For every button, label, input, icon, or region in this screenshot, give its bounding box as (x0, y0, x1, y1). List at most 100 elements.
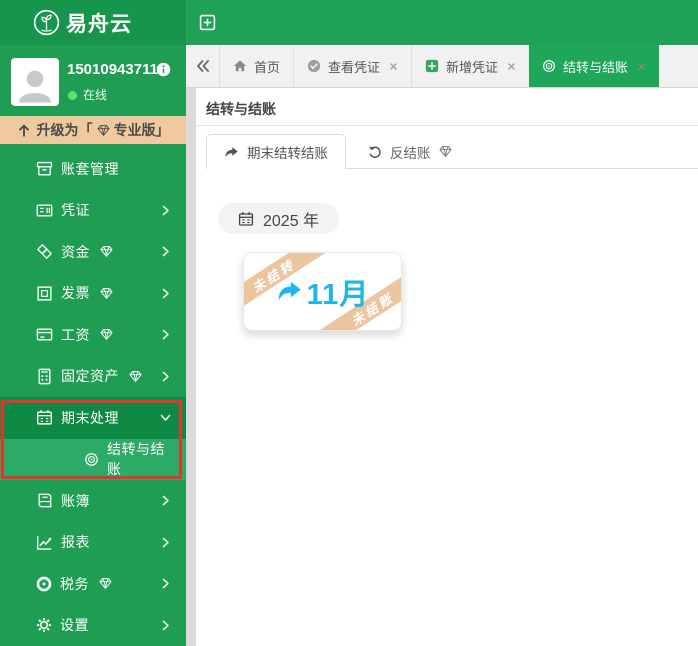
sidebar-item-tax[interactable]: 税务 (0, 563, 186, 605)
sidebar-item-label: 凭证 (61, 200, 90, 220)
upgrade-banner[interactable]: 升级为「 专业版」 (0, 116, 186, 144)
invoice-icon (36, 285, 53, 302)
close-icon[interactable] (507, 62, 516, 71)
check-circle-icon (307, 59, 321, 73)
sidebar-item-label: 账簿 (61, 491, 90, 511)
gem-icon (439, 145, 452, 158)
user-phone: 15010943711 (67, 61, 158, 78)
double-chevron-left-icon[interactable] (186, 45, 219, 87)
gem-icon (97, 124, 110, 137)
gear-icon (36, 617, 52, 633)
funds-icon (36, 243, 53, 260)
chevron-down-icon (159, 411, 172, 424)
gem-icon (100, 287, 113, 300)
sidebar-item-vouchers[interactable]: 凭证 (0, 190, 186, 232)
sidebar-item-ledgers[interactable]: 账簿 (0, 480, 186, 522)
upgrade-label-prefix: 升级为「 (37, 120, 93, 140)
sidebar-menu: 账套管理 凭证 资金 发票 工资 固定资产 (0, 148, 186, 646)
avatar[interactable] (11, 58, 59, 106)
month-card-center: 11月 (244, 253, 401, 330)
sidebar-item-label: 资金 (61, 242, 90, 262)
tab-period-end-carryover[interactable]: 期末结转结账 (206, 134, 346, 169)
sidebar-item-label: 期末处理 (61, 408, 119, 428)
sidebar: 15010943711 在线 升级为「 专业版」 账套管理 凭证 资金 发票 (0, 45, 186, 646)
info-icon[interactable] (156, 62, 171, 77)
chevron-right-icon (159, 287, 172, 300)
book-icon (36, 492, 53, 509)
tab-bar: 首页 查看凭证 新增凭证 结转与结账 (186, 45, 698, 88)
online-dot (68, 91, 77, 100)
logo-text: 易舟云 (66, 8, 132, 38)
tab-label: 期末结转结账 (247, 142, 328, 162)
logo-area: 易舟云 (0, 0, 186, 45)
chevron-right-icon (159, 328, 172, 341)
sidebar-item-period-end[interactable]: 期末处理 (0, 397, 186, 439)
forward-arrow-icon (276, 278, 303, 305)
tab-label: 结转与结账 (563, 57, 628, 76)
tab-new-voucher[interactable]: 新增凭证 (411, 45, 529, 87)
sidebar-item-label: 账套管理 (61, 159, 119, 179)
gem-icon (129, 370, 142, 383)
calendar-icon (36, 409, 53, 426)
calendar-icon (238, 211, 254, 227)
home-icon (233, 59, 247, 73)
gem-icon (100, 245, 113, 258)
chevron-right-icon (159, 204, 172, 217)
gem-icon (100, 328, 113, 341)
page-title: 结转与结账 (206, 99, 276, 119)
tab-home[interactable]: 首页 (219, 45, 293, 87)
undo-icon (368, 145, 382, 159)
tab-reverse-settlement[interactable]: 反结账 (346, 134, 474, 169)
archive-icon (36, 160, 53, 177)
sidebar-item-carryover-settlement[interactable]: 结转与结账 (0, 439, 186, 481)
sidebar-item-settings[interactable]: 设置 (0, 605, 186, 646)
close-icon[interactable] (637, 62, 646, 71)
sidebar-item-label: 报表 (61, 532, 90, 552)
sidebar-item-funds[interactable]: 资金 (0, 231, 186, 273)
sidebar-item-fixed-assets[interactable]: 固定资产 (0, 356, 186, 398)
plus-square-icon (425, 59, 439, 73)
chevron-right-icon (159, 494, 172, 507)
sidebar-item-label: 发票 (61, 283, 90, 303)
year-selector[interactable]: 2025 年 (218, 203, 339, 234)
top-bar: 易舟云 (0, 0, 698, 45)
tab-view-voucher[interactable]: 查看凭证 (293, 45, 411, 87)
content-panel: 结转与结账 期末结转结账 反结账 2025 年 未结转 未结账 11月 (196, 88, 698, 646)
sidebar-item-salary[interactable]: 工资 (0, 314, 186, 356)
chart-icon (36, 534, 53, 551)
sidebar-item-reports[interactable]: 报表 (0, 522, 186, 564)
sidebar-item-label: 结转与结账 (107, 439, 172, 479)
tax-icon (36, 576, 52, 592)
content-gutter (186, 88, 196, 646)
upgrade-label-suffix: 专业版」 (114, 120, 170, 140)
logo-icon (33, 9, 60, 36)
divider (196, 125, 698, 126)
tab-label: 新增凭证 (446, 57, 498, 76)
sidebar-item-label: 税务 (60, 574, 89, 594)
tab-label: 首页 (254, 57, 280, 76)
forward-arrow-icon (224, 145, 239, 160)
grid-plus-icon[interactable] (199, 14, 216, 31)
close-icon[interactable] (389, 62, 398, 71)
tab-label: 查看凭证 (328, 57, 380, 76)
month-label: 11月 (307, 271, 370, 313)
voucher-icon (36, 202, 53, 219)
chevron-right-icon (159, 370, 172, 383)
month-card-november[interactable]: 未结转 未结账 11月 (243, 252, 402, 331)
sidebar-item-invoices[interactable]: 发票 (0, 273, 186, 315)
chevron-right-icon (159, 619, 172, 632)
online-status: 在线 (83, 86, 107, 103)
fixed-assets-icon (36, 368, 53, 385)
target-icon (542, 59, 556, 73)
gem-icon (99, 577, 112, 590)
up-arrow-icon (17, 123, 31, 137)
year-label: 2025 年 (263, 207, 319, 231)
content-tabs: 期末结转结账 反结账 (206, 134, 474, 169)
chevron-right-icon (159, 577, 172, 590)
tab-carryover-settlement[interactable]: 结转与结账 (529, 45, 659, 87)
sidebar-item-label: 设置 (60, 615, 89, 635)
sidebar-item-account-books[interactable]: 账套管理 (0, 148, 186, 190)
salary-icon (36, 326, 53, 343)
sidebar-item-label: 固定资产 (61, 366, 119, 386)
tab-label: 反结账 (390, 142, 431, 162)
